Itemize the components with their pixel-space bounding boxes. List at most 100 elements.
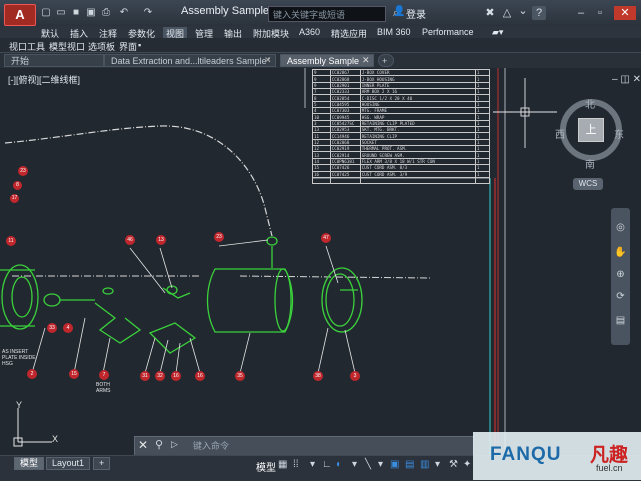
command-line [134,436,474,456]
arm-bracket [94,302,142,344]
ortho-icon[interactable]: ∟ [322,459,332,470]
tab-layout1[interactable]: Layout1 [46,457,91,470]
balloon: 17 [10,194,19,203]
isodraft-icon[interactable]: ╲ [365,459,371,470]
print-icon[interactable]: ⎙ [100,7,112,19]
panel-model-viewports[interactable]: 模型视口 [49,40,85,53]
model-space-button[interactable]: 模型 [256,459,276,474]
balloon: 46 [125,235,135,245]
zoom-icon[interactable]: ⊕ [614,268,627,281]
viewcube-top-face[interactable]: 上 [578,118,604,142]
balloon: 32 [155,371,165,381]
panel-options-icon[interactable]: ▪ [138,40,141,50]
new-icon[interactable]: ▢ [40,7,52,19]
polar-icon[interactable]: ◐ [336,459,342,470]
lineweight-icon[interactable]: ▤ [405,459,414,470]
save-icon[interactable]: ■ [70,7,82,19]
leader-lines [31,239,356,374]
tab-close-icon[interactable]: ✕ [264,55,272,66]
tab-model-layout[interactable]: 模型 [14,457,45,470]
wcs-menu[interactable]: WCS [573,178,603,190]
pan-icon[interactable]: ✋ [614,246,627,259]
ucs-x-label: X [52,434,59,444]
balloon: 13 [156,235,166,245]
tab-a360[interactable]: A360 [299,27,320,37]
help-button[interactable]: ? [532,6,546,20]
close-icon[interactable]: ✕ [614,6,636,20]
application-menu-button[interactable]: A [4,4,36,26]
balloon: 11 [6,236,16,246]
chevron-down-icon[interactable]: ⌄ [516,4,530,18]
chevron-down-icon[interactable]: ▾ [378,459,383,470]
chevron-down-icon[interactable]: ▾ [310,459,315,470]
restore-icon[interactable]: ▫ [593,6,607,20]
cord-path [4,125,273,237]
chevron-down-icon[interactable]: ▾ [352,459,357,470]
customize-icon[interactable]: ⚲ [155,438,163,451]
new-tab-button[interactable]: + [378,54,394,67]
balloon: 33 [47,323,57,333]
close-icon[interactable]: ✕ [138,438,148,452]
housing-left-inner [11,276,33,318]
panel-palettes[interactable]: 选项板 [88,40,115,53]
undo-icon[interactable]: ↶ [118,7,130,19]
balloon: 3 [350,371,360,381]
panel-viewport-tools[interactable]: 视口工具 [9,40,45,53]
table-cell [474,176,491,185]
redo-icon[interactable]: ↷ [142,7,154,19]
ucs-y-label: Y [16,400,23,410]
snap-icon[interactable]: ⁞⁞ [293,459,299,470]
steering-wheel-icon[interactable]: ◎ [614,221,627,234]
table-row [312,176,491,185]
balloon: 2 [27,369,37,379]
search-input[interactable]: 键入关键字或短语 [268,6,386,22]
mount-plate [148,322,197,354]
drawing-note: BOTH ARMS [96,382,110,394]
command-input[interactable]: 键入命令 [193,439,229,452]
transparency-icon[interactable]: ▥ [420,459,429,470]
balloon: 38 [313,371,323,381]
ribbon-toggle-icon[interactable]: ▰▾ [492,27,503,38]
tab-close-icon[interactable]: ✕ [362,55,370,66]
saveas-icon[interactable]: ▣ [85,7,97,19]
tab-performance[interactable]: Performance [422,27,474,37]
ucs-icon [13,408,52,447]
table-cell [329,176,361,185]
workspace-icon[interactable]: ✦ [463,459,471,470]
assembly-parts [0,236,363,354]
balloon: 15 [69,369,79,379]
balloon: 35 [235,371,245,381]
tab-start[interactable]: 开始 [4,54,104,67]
compass-east[interactable]: 东 [614,126,624,141]
balloon: 31 [140,371,150,381]
osnap-icon[interactable]: ▣ [390,459,399,470]
balloon: 47 [321,233,331,243]
login-button[interactable]: 登录 [406,6,426,21]
grid-icon[interactable]: ▦ [278,459,287,470]
tab-assembly-sample[interactable]: Assembly Sample [280,54,374,67]
connector-left [43,293,61,307]
end-cap [321,267,363,333]
a360-icon[interactable]: △ [500,6,514,20]
panel-interface[interactable]: 界面 [119,40,137,53]
command-prompt-icon[interactable]: ▷ [171,439,178,450]
open-icon[interactable]: ▭ [55,7,67,19]
annotation-scale-icon[interactable]: ⚒ [449,459,458,470]
drawing-note: AS INSERT PLATE INSIDE HSG [2,349,36,367]
table-cell [359,176,476,185]
showmotion-icon[interactable]: ▤ [614,314,627,327]
exchange-icon[interactable]: ✖ [483,6,497,20]
watermark-logo: FANQU [490,444,562,465]
tab-bim360[interactable]: BIM 360 [377,27,411,37]
center-line [12,275,431,279]
note-line: HSG [2,361,13,367]
compass-west[interactable]: 西 [555,126,565,141]
cylinder-housing [206,268,294,333]
chevron-down-icon[interactable]: ▾ [435,459,440,470]
tab-data-extraction[interactable]: Data Extraction and...ltileaders Sample* [104,54,276,67]
compass-south[interactable]: 南 [585,156,595,171]
minimize-icon[interactable]: – [574,6,588,20]
new-layout-button[interactable]: + [93,457,111,470]
orbit-icon[interactable]: ⟳ [614,290,627,303]
compass-north[interactable]: 北 [585,96,595,111]
